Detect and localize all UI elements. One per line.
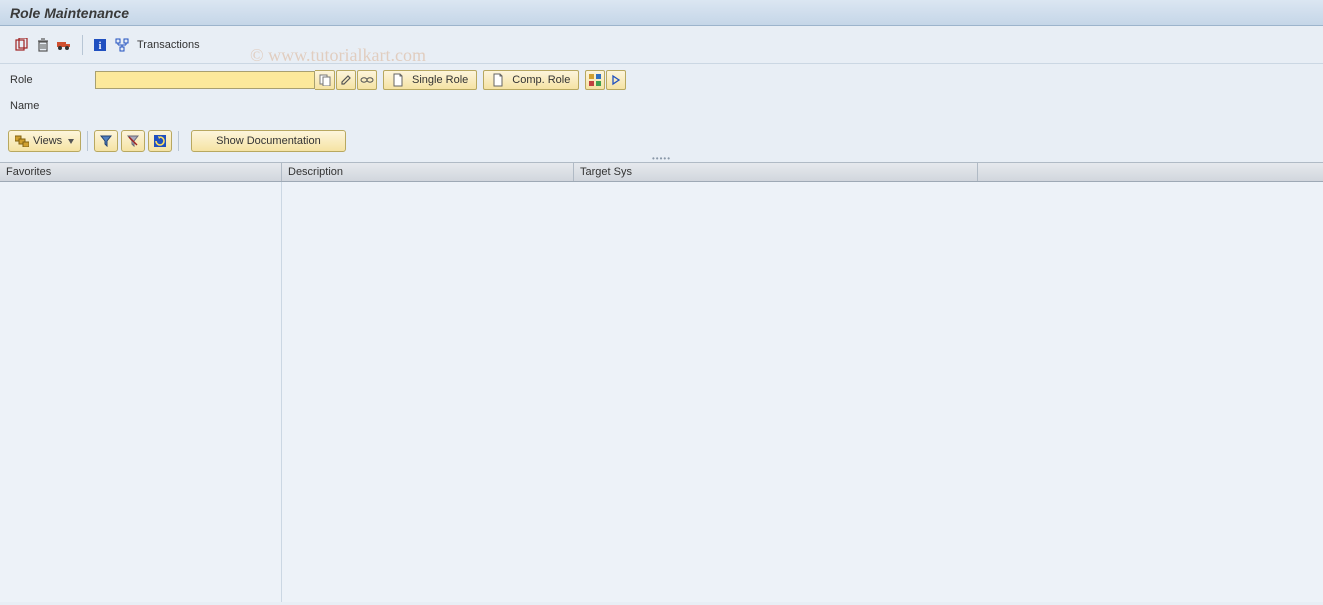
info-icon[interactable]: i bbox=[91, 36, 109, 54]
transport-icon[interactable] bbox=[56, 36, 74, 54]
transactions-label[interactable]: Transactions bbox=[137, 39, 200, 51]
show-doc-label: Show Documentation bbox=[216, 135, 321, 147]
refresh-button[interactable] bbox=[148, 130, 172, 152]
next-button[interactable] bbox=[606, 70, 626, 90]
title-bar: Role Maintenance bbox=[0, 0, 1323, 26]
grid-content-area[interactable] bbox=[282, 182, 1323, 602]
document-icon bbox=[492, 73, 504, 87]
col-description[interactable]: Description bbox=[282, 163, 574, 181]
col-favorites[interactable]: Favorites bbox=[0, 163, 282, 181]
role-input[interactable] bbox=[95, 71, 315, 89]
document-icon bbox=[392, 73, 404, 87]
favorites-tree-area[interactable] bbox=[0, 182, 282, 602]
separator bbox=[87, 131, 88, 151]
search-help-button[interactable] bbox=[315, 70, 335, 90]
col-target-sys[interactable]: Target Sys bbox=[574, 163, 978, 181]
name-label: Name bbox=[10, 100, 95, 112]
role-row: Role Single Role Comp. Role bbox=[10, 68, 1313, 92]
name-row: Name bbox=[10, 94, 1313, 118]
hierarchy-icon[interactable] bbox=[113, 36, 131, 54]
page-title: Role Maintenance bbox=[10, 5, 129, 21]
form-area: Role Single Role Comp. Role bbox=[0, 64, 1323, 122]
edit-button[interactable] bbox=[336, 70, 356, 90]
filter-button[interactable] bbox=[94, 130, 118, 152]
single-role-label: Single Role bbox=[412, 74, 468, 86]
app-toolbar: i Transactions bbox=[0, 26, 1323, 64]
comp-role-button[interactable]: Comp. Role bbox=[483, 70, 579, 90]
delete-icon[interactable] bbox=[34, 36, 52, 54]
role-label: Role bbox=[10, 74, 95, 86]
col-empty bbox=[978, 163, 1323, 181]
selection-button[interactable] bbox=[585, 70, 605, 90]
grid-header: Favorites Description Target Sys bbox=[0, 162, 1323, 182]
comp-role-label: Comp. Role bbox=[512, 74, 570, 86]
show-documentation-button[interactable]: Show Documentation bbox=[191, 130, 346, 152]
grid-body bbox=[0, 182, 1323, 602]
views-label: Views bbox=[33, 135, 62, 147]
separator bbox=[82, 35, 83, 55]
views-button[interactable]: Views bbox=[8, 130, 81, 152]
separator bbox=[178, 131, 179, 151]
views-toolbar: Views Show Documentation bbox=[0, 122, 1323, 156]
copy-icon[interactable] bbox=[12, 36, 30, 54]
chevron-down-icon bbox=[68, 139, 74, 144]
filter-delete-button[interactable] bbox=[121, 130, 145, 152]
single-role-button[interactable]: Single Role bbox=[383, 70, 477, 90]
svg-text:i: i bbox=[99, 41, 102, 52]
display-button[interactable] bbox=[357, 70, 377, 90]
